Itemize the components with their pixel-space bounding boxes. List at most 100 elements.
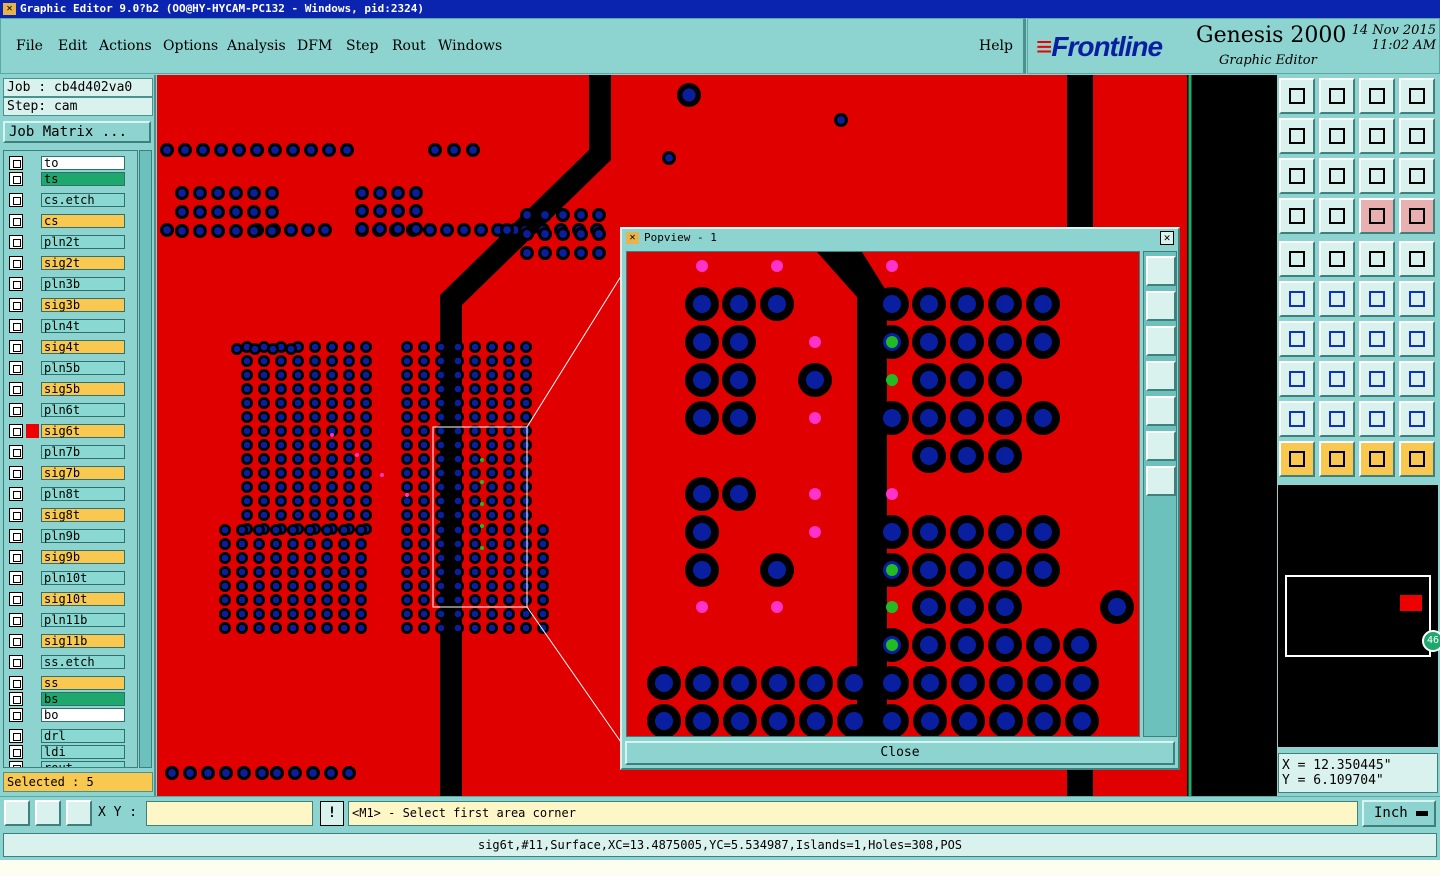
home-icon[interactable]	[1359, 78, 1395, 114]
cross-icon[interactable]	[1319, 281, 1355, 317]
layer-row-sig10t[interactable]: sig10t	[6, 591, 136, 607]
connect-icon[interactable]	[1359, 198, 1395, 234]
layer-checkbox[interactable]	[9, 361, 23, 375]
layer-row-ts[interactable]: ts	[6, 171, 136, 187]
layer-name[interactable]: pln10t	[41, 571, 125, 585]
layer-checkbox[interactable]	[9, 729, 23, 743]
layer-row-pln3b[interactable]: pln3b	[6, 276, 136, 292]
select-icon[interactable]	[1319, 441, 1355, 477]
layer-row-sig2t[interactable]: sig2t	[6, 255, 136, 271]
layer-checkbox[interactable]	[9, 508, 23, 522]
undo-icon[interactable]	[1359, 118, 1395, 154]
zoom-out-icon[interactable]	[1146, 466, 1176, 496]
xy-input[interactable]	[146, 801, 313, 826]
pan-left-icon[interactable]	[1146, 361, 1176, 391]
layer-name[interactable]: sig2t	[41, 256, 125, 270]
grid-icon[interactable]	[66, 800, 92, 826]
pointer-icon[interactable]	[1279, 441, 1315, 477]
menu-dfm[interactable]: DFM	[297, 38, 332, 54]
layer-checkbox[interactable]	[9, 424, 23, 438]
layer-row-cs-etch[interactable]: cs.etch	[6, 192, 136, 208]
draw-line-icon[interactable]	[1319, 241, 1355, 277]
layer-row-rout[interactable]: rout	[6, 760, 136, 767]
snap-icon[interactable]	[4, 800, 30, 826]
flip-icon[interactable]	[1399, 401, 1435, 437]
layer-checkbox[interactable]	[9, 550, 23, 564]
layer-name[interactable]: pln7b	[41, 445, 125, 459]
layer-checkbox[interactable]	[9, 529, 23, 543]
measure-icon[interactable]	[35, 800, 61, 826]
layer-name[interactable]: pln9b	[41, 529, 125, 543]
arc-icon[interactable]	[1359, 321, 1395, 357]
open-step-icon[interactable]	[1279, 78, 1315, 114]
group-icon[interactable]	[1359, 361, 1395, 397]
save-icon[interactable]	[1319, 78, 1355, 114]
layer-row-pln7b[interactable]: pln7b	[6, 444, 136, 460]
layer-scrollbar[interactable]	[139, 150, 152, 768]
net-icon[interactable]	[1279, 281, 1315, 317]
edge-icon[interactable]	[1399, 281, 1435, 317]
angle-icon[interactable]	[1279, 321, 1315, 357]
layer-row-sig5b[interactable]: sig5b	[6, 381, 136, 397]
close-icon[interactable]: ✕	[1160, 231, 1174, 245]
layer-name[interactable]: rout	[41, 761, 125, 767]
layer-name[interactable]: sig3b	[41, 298, 125, 312]
warning-icon[interactable]: !	[320, 801, 344, 826]
fit-icon[interactable]	[1279, 158, 1315, 194]
layer-name[interactable]: sig7b	[41, 466, 125, 480]
layer-name[interactable]: sig8t	[41, 508, 125, 522]
measure-icon[interactable]	[1359, 241, 1395, 277]
layer-checkbox[interactable]	[9, 708, 23, 722]
scale-icon[interactable]	[1359, 158, 1395, 194]
popview-canvas[interactable]	[626, 251, 1140, 737]
layer-row-pln2t[interactable]: pln2t	[6, 234, 136, 250]
layer-name[interactable]: sig4t	[41, 340, 125, 354]
layer-row-pln9b[interactable]: pln9b	[6, 528, 136, 544]
menu-step[interactable]: Step	[346, 38, 378, 54]
layers-icon[interactable]	[1279, 198, 1315, 234]
copy-icon[interactable]	[1279, 118, 1315, 154]
layer-name[interactable]: ss	[41, 676, 125, 690]
route-icon[interactable]	[1399, 198, 1435, 234]
arch-icon[interactable]	[1359, 401, 1395, 437]
layer-name[interactable]: to	[41, 156, 125, 170]
layer-row-pln11b[interactable]: pln11b	[6, 612, 136, 628]
layer-checkbox[interactable]	[9, 634, 23, 648]
layer-checkbox[interactable]	[9, 156, 23, 170]
pan-right-icon[interactable]	[1146, 396, 1176, 426]
popview-close-button[interactable]: Close	[625, 741, 1175, 765]
layer-row-pln10t[interactable]: pln10t	[6, 570, 136, 586]
cursor-icon[interactable]	[1359, 441, 1395, 477]
layer-row-pln6t[interactable]: pln6t	[6, 402, 136, 418]
pan-up-icon[interactable]	[1146, 291, 1176, 321]
center-icon[interactable]	[1319, 158, 1355, 194]
layer-name[interactable]: pln3b	[41, 277, 125, 291]
layer-name[interactable]: sig6t	[41, 424, 125, 438]
layer-name[interactable]: ss.etch	[41, 655, 125, 669]
layer-checkbox[interactable]	[9, 172, 23, 186]
layer-checkbox[interactable]	[9, 214, 23, 228]
layer-checkbox[interactable]	[9, 403, 23, 417]
layer-name[interactable]: cs.etch	[41, 193, 125, 207]
layer-checkbox[interactable]	[9, 592, 23, 606]
split-icon[interactable]	[1399, 321, 1435, 357]
polyline-icon[interactable]	[1399, 441, 1435, 477]
paste-icon[interactable]	[1319, 118, 1355, 154]
layer-checkbox[interactable]	[9, 193, 23, 207]
layer-checkbox[interactable]	[9, 235, 23, 249]
layer-row-sig3b[interactable]: sig3b	[6, 297, 136, 313]
layer-checkbox[interactable]	[9, 256, 23, 270]
outline-icon[interactable]	[1319, 401, 1355, 437]
layer-row-bs[interactable]: bs	[6, 691, 136, 707]
layer-name[interactable]: cs	[41, 214, 125, 228]
layer-name[interactable]: ts	[41, 172, 125, 186]
layer-checkbox[interactable]	[9, 676, 23, 690]
layer-row-sig9b[interactable]: sig9b	[6, 549, 136, 565]
layer-checkbox[interactable]	[9, 340, 23, 354]
layer-row-ldi[interactable]: ldi	[6, 744, 136, 760]
layer-checkbox[interactable]	[9, 445, 23, 459]
draw-pad-icon[interactable]	[1279, 241, 1315, 277]
layer-name[interactable]: sig11b	[41, 634, 125, 648]
shape-icon[interactable]	[1279, 361, 1315, 397]
line-icon[interactable]	[1319, 321, 1355, 357]
